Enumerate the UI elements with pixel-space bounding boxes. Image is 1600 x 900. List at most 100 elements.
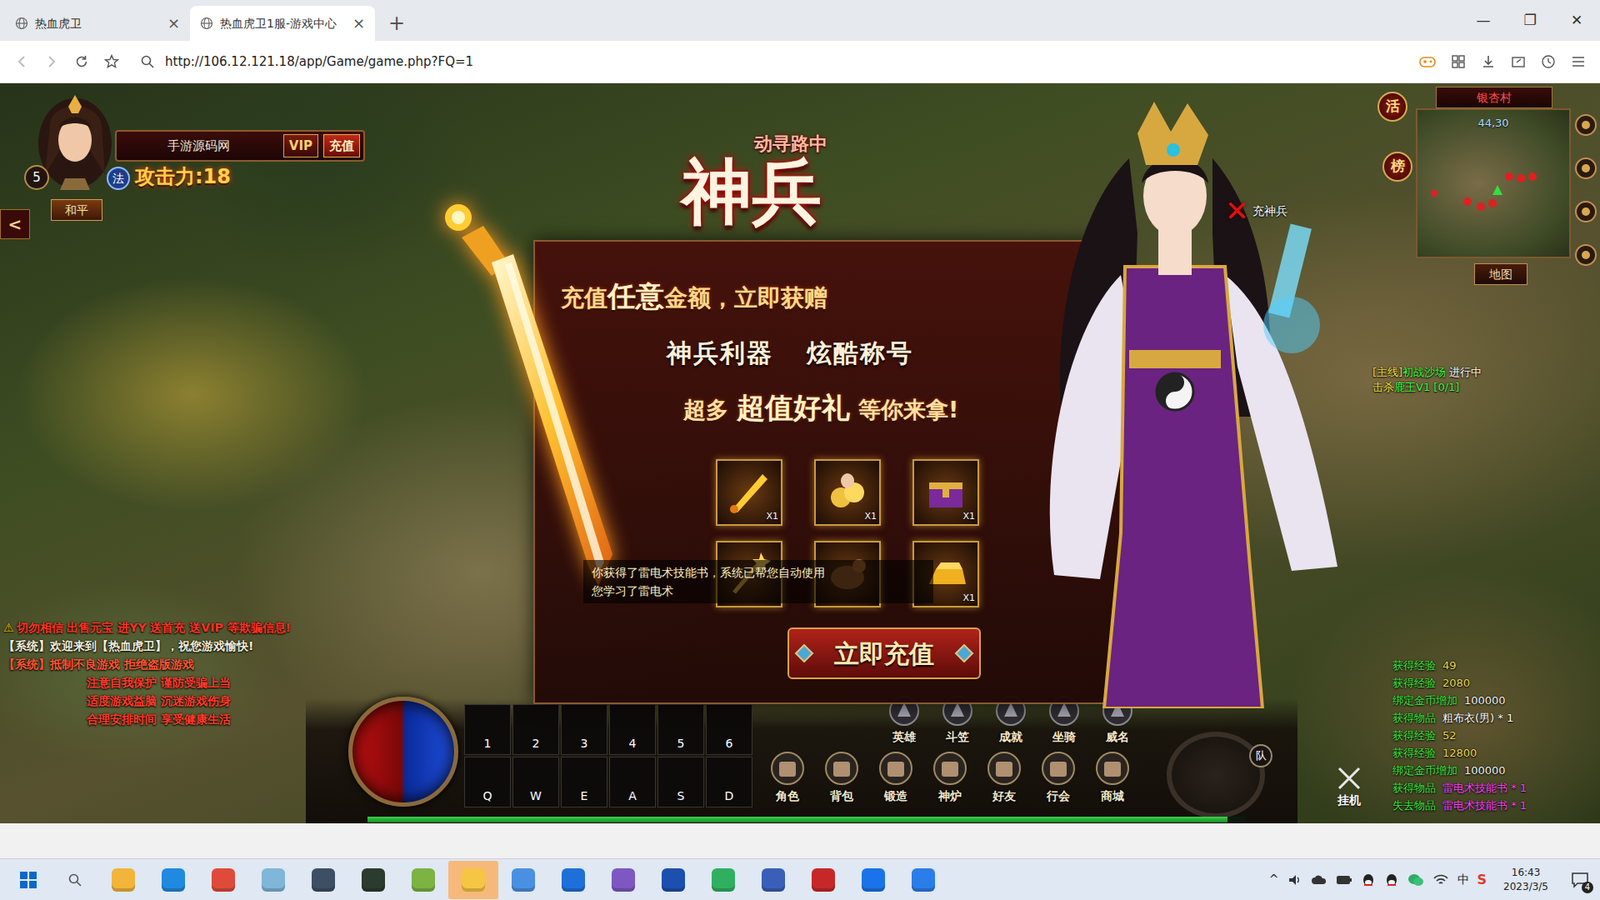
- skill-slot[interactable]: W: [512, 756, 560, 808]
- log-value: 52: [1442, 729, 1457, 742]
- download-icon[interactable]: [1480, 53, 1497, 70]
- pk-mode-button[interactable]: 和平: [50, 199, 103, 221]
- close-button[interactable]: ✕: [1225, 196, 1250, 225]
- taskbar-app[interactable]: [98, 860, 149, 900]
- history-icon[interactable]: [1540, 53, 1557, 70]
- window-controls: —❐✕: [1460, 0, 1600, 41]
- log-label: 绑定金币增加: [1392, 694, 1458, 707]
- side-menu-icon[interactable]: [1574, 243, 1598, 267]
- menu-button[interactable]: 锻造: [868, 750, 923, 805]
- skill-slot[interactable]: D: [705, 756, 753, 808]
- menu-button[interactable]: 商城: [1085, 750, 1140, 805]
- skill-slot[interactable]: Q: [464, 756, 511, 808]
- share-icon[interactable]: [1510, 53, 1527, 70]
- side-menu-icon[interactable]: [1574, 156, 1598, 180]
- menu-label: 行会: [1046, 787, 1070, 805]
- collapse-button[interactable]: <: [0, 209, 30, 240]
- wechat-icon[interactable]: [1407, 872, 1425, 888]
- reward-item[interactable]: X1: [814, 459, 881, 526]
- side-menu-icon[interactable]: [1574, 113, 1598, 137]
- taskbar-app[interactable]: [298, 860, 349, 900]
- input-method[interactable]: 中: [1457, 870, 1470, 889]
- tray-expand-button[interactable]: ^: [1269, 870, 1280, 889]
- vip-button[interactable]: VIP: [283, 134, 319, 159]
- skill-slot[interactable]: 2: [512, 704, 560, 755]
- menu-button[interactable]: 角色: [760, 750, 815, 805]
- taskbar-app[interactable]: [248, 860, 299, 900]
- skill-slot[interactable]: 6: [705, 704, 753, 755]
- notification-center[interactable]: 4: [1565, 865, 1595, 895]
- back-icon[interactable]: [13, 53, 30, 70]
- taskbar-app[interactable]: [798, 860, 849, 900]
- window-button[interactable]: —: [1460, 0, 1507, 41]
- forward-icon[interactable]: [43, 53, 60, 70]
- side-menu-icon[interactable]: [1574, 200, 1598, 224]
- search-button[interactable]: [51, 860, 99, 900]
- taskbar-app[interactable]: [598, 860, 649, 900]
- taskbar-app[interactable]: [648, 860, 699, 900]
- taskbar-app[interactable]: [198, 860, 249, 900]
- window-button[interactable]: ✕: [1553, 0, 1600, 41]
- globe-icon: [15, 16, 29, 30]
- reload-icon[interactable]: [73, 53, 90, 70]
- window-button[interactable]: ❐: [1506, 0, 1554, 41]
- wifi-icon[interactable]: [1432, 873, 1450, 887]
- taskbar-app[interactable]: [498, 860, 549, 900]
- minimap-view[interactable]: 44,30: [1415, 108, 1571, 259]
- taskbar-app[interactable]: [148, 860, 199, 900]
- app-icon: [211, 868, 235, 892]
- sogou-ime[interactable]: S: [1477, 870, 1488, 890]
- menu-icon[interactable]: [1570, 53, 1587, 70]
- skill-slot[interactable]: S: [657, 756, 705, 808]
- taskbar-app[interactable]: [848, 860, 899, 900]
- gamepad-icon[interactable]: [1418, 53, 1437, 70]
- skill-slot[interactable]: 1: [464, 704, 511, 755]
- new-tab-button[interactable]: +: [375, 5, 419, 41]
- cloud-icon[interactable]: [1310, 873, 1328, 887]
- start-button[interactable]: [5, 860, 52, 900]
- menu-button[interactable]: 背包: [814, 750, 869, 805]
- team-button[interactable]: 队: [1249, 744, 1273, 768]
- map-button[interactable]: 地图: [1474, 263, 1528, 285]
- recharge-button[interactable]: 充值: [323, 134, 360, 159]
- skill-slot[interactable]: E: [560, 756, 608, 808]
- recharge-now-button[interactable]: 立即充值: [787, 627, 981, 680]
- battery-icon[interactable]: [1335, 874, 1353, 886]
- url-field[interactable]: http://106.12.121.18/app/Game/game.php?F…: [133, 45, 1405, 78]
- tab-close-button[interactable]: ×: [352, 15, 365, 31]
- apps-grid-icon[interactable]: [1450, 53, 1467, 70]
- star-icon[interactable]: [103, 53, 120, 70]
- log-label: 获得经验: [1392, 676, 1436, 690]
- taskbar-app[interactable]: [898, 860, 949, 900]
- quest-tracker[interactable]: [主线]初战沙场 进行中击杀鹿王V1 [0/1]: [1372, 365, 1482, 395]
- reward-item[interactable]: X1: [912, 459, 980, 526]
- clock[interactable]: 16:432023/3/5: [1495, 865, 1557, 895]
- taskbar-app[interactable]: [548, 860, 599, 900]
- popup-close[interactable]: ✕充神兵: [1225, 196, 1288, 225]
- browser-tab[interactable]: 热血虎卫1服-游戏中心×: [190, 5, 375, 41]
- taskbar-app[interactable]: [348, 860, 399, 900]
- menu-button[interactable]: 行会: [1030, 750, 1085, 805]
- skill-slot[interactable]: 4: [609, 704, 656, 755]
- speaker-icon[interactable]: [1287, 872, 1303, 888]
- auto-battle-button[interactable]: 挂机: [1328, 765, 1370, 810]
- skill-slot[interactable]: 3: [560, 704, 608, 755]
- taskbar-app[interactable]: [398, 860, 449, 900]
- qq-icon[interactable]: [1360, 872, 1376, 888]
- reward-item[interactable]: X1: [715, 459, 783, 526]
- menu-button[interactable]: 好友: [976, 750, 1031, 805]
- game-canvas[interactable]: 手游源码网VIP充值5法攻击力:18和平<充值任意金额，立即获赠神兵利器炫酷称号…: [0, 83, 1600, 824]
- qq2-icon[interactable]: [1384, 872, 1400, 888]
- taskbar-app[interactable]: [698, 860, 749, 900]
- menu-label: 坐骑: [1052, 728, 1076, 746]
- menu-button[interactable]: 神炉: [922, 750, 977, 805]
- activity-button[interactable]: 活: [1377, 91, 1408, 122]
- skill-slot[interactable]: 5: [657, 704, 705, 755]
- ranking-button[interactable]: 榜: [1382, 151, 1413, 182]
- taskbar-app[interactable]: [448, 860, 499, 900]
- browser-tab[interactable]: 热血虎卫×: [5, 5, 190, 41]
- menu-emblem-icon: [1094, 750, 1131, 787]
- skill-slot[interactable]: A: [609, 756, 656, 808]
- taskbar-app[interactable]: [748, 860, 799, 900]
- tab-close-button[interactable]: ×: [167, 15, 180, 31]
